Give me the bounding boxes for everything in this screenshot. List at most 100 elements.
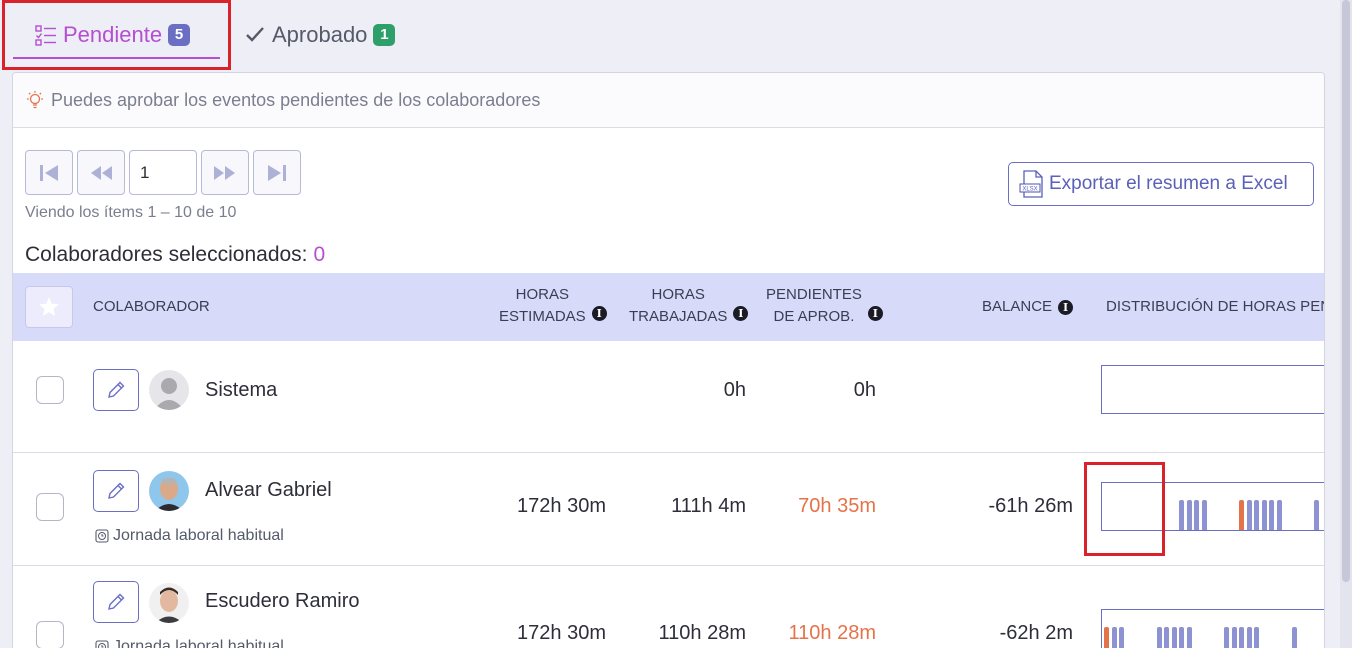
pending-hours: 0h (853, 379, 876, 401)
edit-button[interactable] (93, 470, 139, 512)
distribution-bar (1104, 627, 1109, 648)
distribution-bar (1186, 627, 1192, 648)
last-page-icon (268, 164, 286, 181)
estimated-hours: 172h 30m (517, 622, 606, 644)
hours-distribution-chart (1101, 365, 1324, 414)
tab-pending-label: Pendiente (63, 22, 163, 47)
tab-approved[interactable]: Aprobado 1 (240, 0, 430, 70)
distribution-bar (1186, 500, 1192, 530)
info-icon[interactable]: i (733, 305, 749, 321)
active-tab-underline (13, 57, 220, 59)
tab-pending[interactable]: Pendiente 5 (2, 0, 231, 70)
info-icon[interactable]: i (867, 305, 883, 321)
column-worked-label: HORAS TRABAJADAS (629, 286, 728, 325)
schedule-label: Jornada laboral habitual (95, 638, 284, 648)
hint-bar: Puedes aprobar los eventos pendientes de… (13, 73, 1324, 128)
column-balance-label: BALANCE (982, 298, 1053, 315)
tab-bar: Pendiente 5 Aprobado 1 (0, 0, 1340, 72)
row-checkbox[interactable] (36, 493, 64, 521)
person-photo-icon (155, 587, 183, 623)
export-excel-button[interactable]: XLSX Exportar el resumen a Excel (1008, 162, 1314, 206)
edit-button[interactable] (93, 581, 139, 623)
distribution-bar (1179, 627, 1184, 648)
collaborator-name: Sistema (205, 379, 278, 401)
column-pending-approval[interactable]: PENDIENTES DE APROB. i (766, 284, 883, 328)
distribution-bar (1194, 500, 1199, 530)
hint-text: Puedes aprobar los eventos pendientes de… (51, 89, 541, 110)
collaborator-name: Alvear Gabriel (205, 479, 332, 501)
lightbulb-icon (27, 91, 43, 109)
info-icon[interactable]: i (591, 305, 607, 321)
balance-hours: -62h 2m (999, 622, 1073, 644)
page-scrollbar[interactable] (1340, 0, 1352, 648)
schedule-icon (95, 640, 109, 648)
distribution-bar (1224, 627, 1229, 648)
svg-text:XLSX: XLSX (1022, 187, 1037, 193)
distribution-bar (1201, 500, 1207, 530)
user-placeholder-icon (154, 378, 184, 410)
last-page-button[interactable] (253, 150, 301, 195)
distribution-bar (1246, 627, 1252, 648)
collaborator-name: Escudero Ramiro (205, 590, 360, 612)
first-page-button[interactable] (25, 150, 73, 195)
row-checkbox[interactable] (36, 621, 64, 648)
column-balance[interactable]: BALANCE i (982, 296, 1074, 318)
export-label: Exportar el resumen a Excel (1049, 173, 1288, 194)
distribution-bar (1254, 500, 1259, 530)
hours-distribution-chart (1101, 609, 1324, 648)
distribution-bar (1239, 500, 1244, 530)
estimated-hours: 172h 30m (517, 495, 606, 517)
info-icon[interactable]: i (1058, 299, 1074, 315)
selected-collaborators: Colaboradores seleccionados: 0 (25, 243, 325, 267)
column-collaborator-label: COLABORADOR (93, 298, 210, 315)
schedule-icon (95, 529, 109, 543)
previous-page-button[interactable] (77, 150, 125, 195)
selected-label: Colaboradores seleccionados: (25, 243, 308, 266)
distribution-bar (1171, 627, 1177, 648)
fast-forward-icon (214, 165, 235, 180)
column-pending-label: PENDIENTES DE APROB. (766, 286, 862, 325)
table-row[interactable]: Escudero Ramiro Jornada laboral habitual… (13, 566, 1324, 648)
column-distribution[interactable]: DISTRIBUCIÓN DE HORAS PEND (1106, 296, 1325, 318)
table-header: COLABORADOR HORAS ESTIMADAS i HORAS TRABAJA… (13, 273, 1325, 341)
pending-hours: 110h 28m (788, 622, 876, 644)
distribution-bar (1291, 627, 1297, 648)
distribution-bar (1269, 500, 1274, 530)
distribution-bar (1119, 627, 1124, 648)
table-row[interactable]: Sistema 0h 0h (13, 341, 1324, 453)
column-estimated-hours[interactable]: HORAS ESTIMADAS i (499, 284, 607, 328)
approved-count-badge: 1 (373, 24, 396, 46)
distribution-bar (1164, 627, 1169, 648)
page-number-input[interactable] (129, 150, 197, 195)
column-worked-hours[interactable]: HORAS TRABAJADAS i (629, 284, 749, 328)
pencil-icon (108, 482, 125, 499)
tab-approved-label: Aprobado (272, 22, 368, 47)
distribution-bar (1246, 500, 1252, 530)
distribution-bar (1231, 627, 1237, 648)
rewind-icon (91, 165, 112, 180)
avatar (149, 471, 189, 511)
distribution-bar (1261, 500, 1267, 530)
schedule-text: Jornada laboral habitual (113, 527, 284, 544)
first-page-icon (40, 164, 58, 181)
edit-button[interactable] (93, 369, 139, 411)
worked-hours: 111h 4m (671, 495, 746, 517)
avatar (149, 370, 189, 410)
person-photo-icon (155, 478, 183, 511)
row-checkbox[interactable] (36, 376, 64, 404)
pagination (25, 150, 301, 195)
schedule-label: Jornada laboral habitual (95, 527, 284, 545)
pencil-icon (108, 593, 125, 610)
worked-hours: 0h (723, 379, 746, 401)
worked-hours: 110h 28m (658, 622, 746, 644)
pending-hours: 70h 35m (798, 495, 876, 517)
pending-panel: Puedes aprobar los eventos pendientes de… (12, 72, 1325, 648)
column-distribution-label: DISTRIBUCIÓN DE HORAS PEND (1106, 298, 1325, 315)
xlsx-file-icon: XLSX (1019, 170, 1043, 198)
distribution-bar (1239, 627, 1244, 648)
column-collaborator[interactable]: COLABORADOR (93, 296, 210, 318)
favorites-toggle[interactable] (25, 286, 73, 328)
next-page-button[interactable] (201, 150, 249, 195)
scrollbar-thumb[interactable] (1342, 0, 1350, 582)
pending-count-badge: 5 (168, 24, 191, 46)
